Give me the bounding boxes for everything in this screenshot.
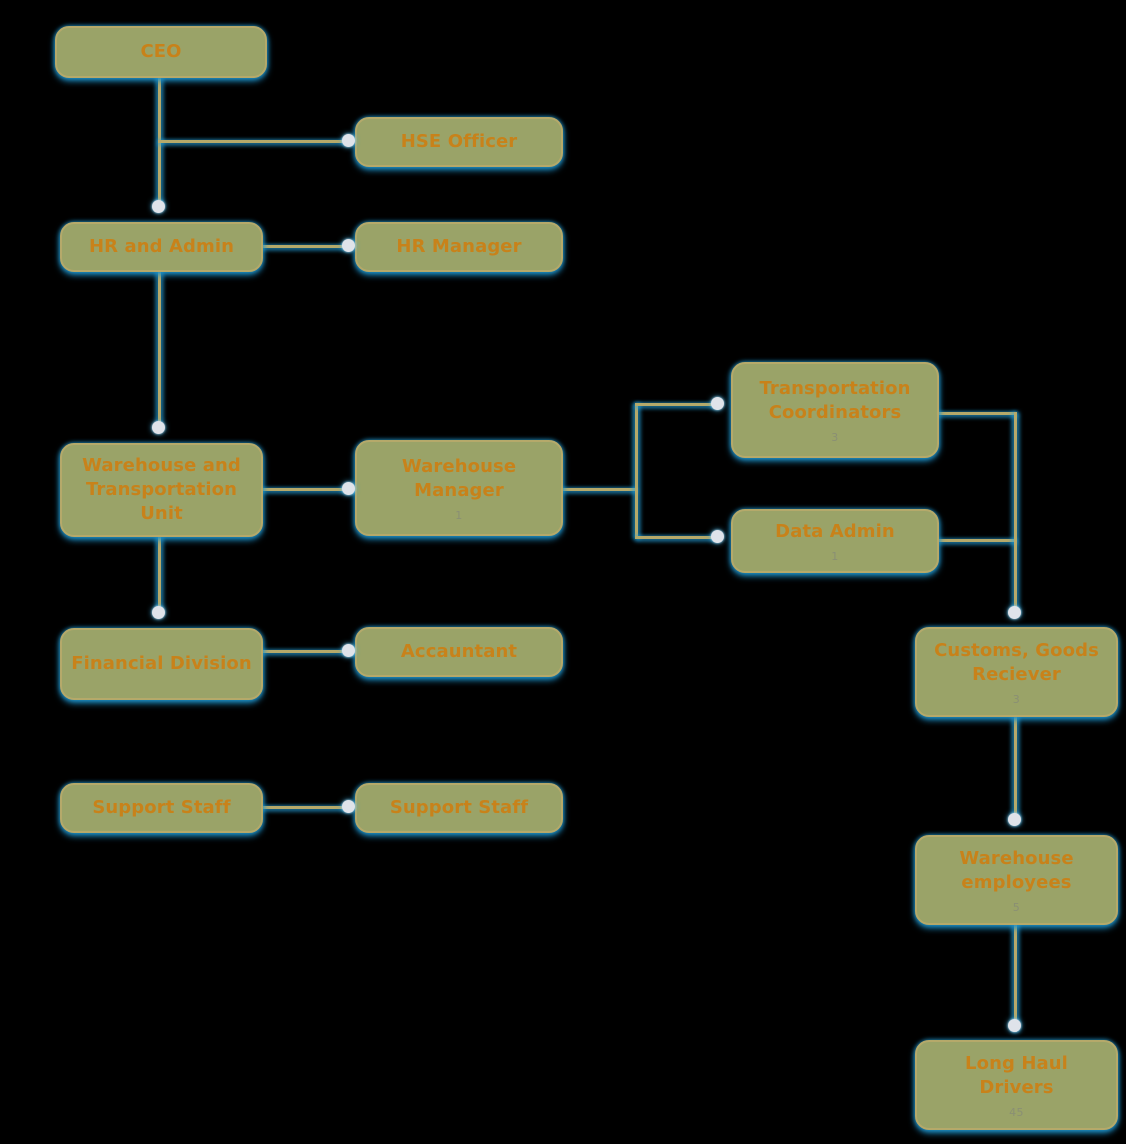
node-support_staff_r[interactable]: Support Staff	[355, 783, 563, 833]
node-label: Warehouse and Transportation Unit	[82, 455, 241, 524]
node-long_haul[interactable]: Long Haul Drivers 45	[915, 1040, 1118, 1130]
connector-whmgr-split-v	[635, 403, 638, 539]
dot-wh-manager	[342, 482, 355, 495]
node-hr_manager[interactable]: HR Manager	[355, 222, 563, 272]
node-label: Transportation Coordinators	[759, 378, 911, 423]
connector-whunit-trunk-v	[158, 535, 161, 615]
dot-wh-employees	[1008, 813, 1021, 826]
node-wh_trans_unit[interactable]: Warehouse and Transportation Unit	[60, 443, 263, 537]
node-label: Support Staff	[92, 797, 231, 819]
dot-hse-officer	[342, 134, 355, 147]
node-count: 1	[455, 508, 463, 522]
node-count: 1	[831, 549, 839, 563]
node-label: Customs, Goods Reciever	[934, 640, 1099, 685]
node-wh_employees[interactable]: Warehouse employees 5	[915, 835, 1118, 925]
connector-split-to-da-h	[635, 536, 719, 539]
connector-right-down-v	[1014, 412, 1017, 615]
connector-da-out-h	[937, 539, 1017, 542]
node-count: 5	[1012, 900, 1021, 914]
node-trans_coord[interactable]: Transportation Coordinators 3	[731, 362, 939, 458]
connector-tc-out-h	[937, 412, 1017, 415]
connector-split-to-tc-h	[635, 403, 719, 406]
dot-data-admin	[711, 530, 724, 543]
dot-long-haul	[1008, 1019, 1021, 1032]
dot-customs	[1008, 606, 1021, 619]
node-count: 3	[831, 430, 839, 444]
node-label: Warehouse Manager	[401, 456, 517, 501]
node-label: Long Haul Drivers	[965, 1053, 1068, 1098]
dot-wh-unit	[152, 421, 165, 434]
node-label: Support Staff	[389, 797, 529, 819]
node-customs_goods[interactable]: Customs, Goods Reciever 3	[915, 627, 1118, 717]
node-wh_manager[interactable]: Warehouse Manager 1	[355, 440, 563, 536]
dot-hr-admin	[152, 200, 165, 213]
dot-trans-coord	[711, 397, 724, 410]
node-accauntant[interactable]: Accauntant	[355, 627, 563, 677]
node-label: Data Admin	[775, 521, 895, 543]
node-data_admin[interactable]: Data Admin 1	[731, 509, 939, 573]
node-hse_officer[interactable]: HSE Officer	[355, 117, 563, 167]
node-label: HSE Officer	[400, 131, 518, 153]
node-support_staff_l[interactable]: Support Staff	[60, 783, 263, 833]
dot-financial	[152, 606, 165, 619]
org-chart-canvas: CEO HSE Officer HR and Admin HR Manager Ware…	[0, 0, 1126, 1144]
node-label: Financial Division	[71, 653, 252, 675]
dot-accauntant	[342, 644, 355, 657]
dot-support-staff	[342, 800, 355, 813]
node-count: 3	[1012, 692, 1021, 706]
connector-whmgr-out-h	[559, 488, 637, 491]
node-label: Warehouse employees	[959, 848, 1074, 893]
dot-hr-manager	[342, 239, 355, 252]
connector-hr-trunk-v	[158, 270, 161, 422]
node-label: HR Manager	[396, 236, 522, 258]
node-hr_and_admin[interactable]: HR and Admin	[60, 222, 263, 272]
node-label: Accauntant	[400, 641, 518, 663]
connector-whemp-to-longhaul-v	[1014, 922, 1017, 1032]
node-count: 45	[1009, 1105, 1024, 1119]
node-ceo[interactable]: CEO	[55, 26, 267, 78]
node-label: HR and Admin	[88, 236, 235, 258]
connector-hr-to-hrmgr-h	[255, 245, 350, 248]
connector-support-h	[255, 806, 350, 809]
connector-customs-to-whemp-v	[1014, 714, 1017, 824]
node-financial_div[interactable]: Financial Division	[60, 628, 263, 700]
connector-ceo-to-hse-h	[158, 140, 348, 143]
node-label: CEO	[140, 41, 182, 63]
